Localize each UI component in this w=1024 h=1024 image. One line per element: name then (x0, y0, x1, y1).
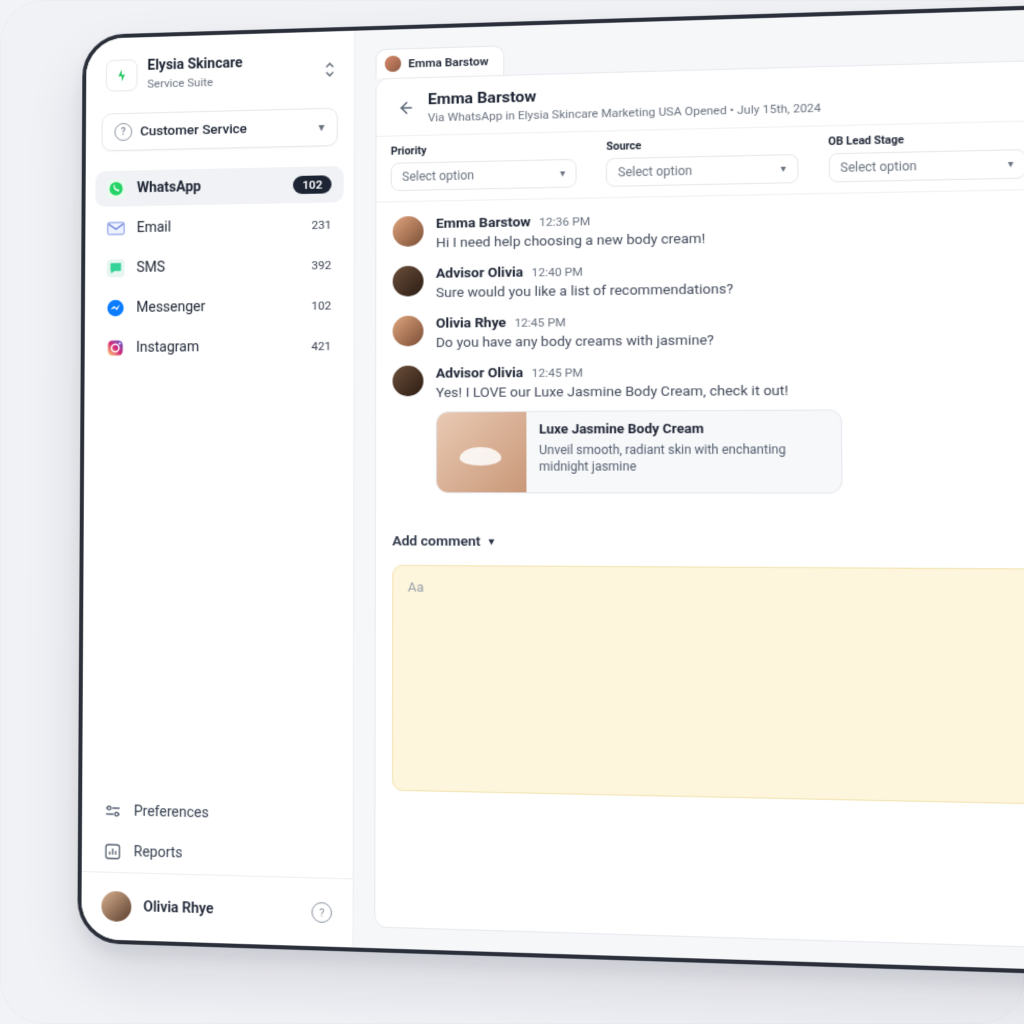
instagram-icon (106, 339, 124, 357)
tablet-frame: Elysia Skincare Service Suite ? Customer… (77, 0, 1024, 973)
message-time: 12:40 PM (532, 264, 583, 279)
channel-label: Email (137, 217, 312, 236)
message-author: Advisor Olivia (436, 365, 523, 382)
filter-label: Source (606, 135, 798, 153)
chevron-down-icon: ▾ (489, 536, 494, 547)
brand-logo-icon (106, 59, 138, 92)
channel-email[interactable]: Email 231 (95, 206, 344, 246)
email-icon (107, 219, 125, 237)
tablet-bezel: Elysia Skincare Service Suite ? Customer… (77, 0, 1024, 983)
conversation-panel: Emma Barstow Via WhatsApp in Elysia Skin… (374, 54, 1024, 956)
chevron-down-icon: ▾ (1008, 158, 1014, 170)
sliders-icon (104, 802, 122, 821)
message-item: Advisor Olivia 12:40 PM Sure would you li… (393, 253, 1024, 301)
messenger-icon (107, 299, 125, 317)
channel-nav: WhatsApp 102 Email 231 (85, 160, 354, 377)
message-time: 12:45 PM (532, 365, 583, 380)
current-user-row[interactable]: Olivia Rhye ? (81, 871, 352, 947)
sms-icon (107, 259, 125, 277)
back-button[interactable] (393, 98, 418, 117)
channel-count-badge: 102 (293, 175, 331, 194)
background: Elysia Skincare Service Suite ? Customer… (0, 0, 1024, 1024)
channel-instagram[interactable]: Instagram 421 (94, 328, 343, 367)
message-item: Olivia Rhye 12:45 PM Do you have any body… (393, 306, 1024, 351)
team-selector[interactable]: ? Customer Service ▾ (102, 108, 338, 152)
channel-whatsapp[interactable]: WhatsApp 102 (95, 166, 343, 207)
chevron-down-icon: ▾ (318, 120, 324, 134)
priority-select[interactable]: Select option ▾ (391, 159, 577, 191)
product-description: Unveil smooth, radiant skin with enchant… (539, 441, 828, 475)
channel-label: Instagram (136, 338, 311, 356)
sidebar: Elysia Skincare Service Suite ? Customer… (81, 31, 355, 948)
sidebar-footer: Preferences Reports Olivia Rhye ? (81, 790, 352, 947)
filter-label: Priority (391, 140, 577, 157)
channel-label: Messenger (136, 298, 311, 316)
message-item: Advisor Olivia 12:45 PM Yes! I LOVE our L… (392, 359, 1024, 494)
channel-label: WhatsApp (137, 177, 293, 196)
channel-count: 231 (312, 218, 332, 232)
filter-priority: Priority Select option ▾ (376, 132, 591, 202)
select-value: Select option (618, 164, 692, 180)
source-select[interactable]: Select option ▾ (606, 154, 798, 187)
select-value: Select option (402, 168, 474, 184)
app-screen: Elysia Skincare Service Suite ? Customer… (81, 2, 1024, 978)
message-avatar-icon (393, 316, 424, 347)
chevron-down-icon: ▾ (781, 163, 786, 175)
message-author: Olivia Rhye (436, 315, 506, 332)
conversation-tab[interactable]: Emma Barstow (376, 45, 505, 78)
current-user-name: Olivia Rhye (143, 899, 311, 920)
message-body: Hi I need help choosing a new body cream… (436, 231, 705, 252)
channel-label: SMS (136, 257, 311, 276)
message-avatar-icon (393, 266, 424, 297)
add-comment-label: Add comment (392, 533, 480, 550)
product-image-icon (437, 412, 527, 492)
message-time: 12:36 PM (539, 214, 590, 229)
workspace-switcher[interactable]: Elysia Skincare Service Suite (86, 31, 354, 104)
nav-preferences[interactable]: Preferences (82, 790, 353, 837)
select-value: Select option (840, 159, 917, 175)
nav-label: Preferences (134, 804, 209, 822)
message-time: 12:45 PM (514, 315, 565, 330)
add-comment-toggle[interactable]: Add comment ▾ (392, 533, 494, 550)
filter-ob-lead-stage: OB Lead Stage Select option ▾ (813, 121, 1024, 193)
channel-messenger[interactable]: Messenger 102 (95, 287, 344, 326)
channel-count: 102 (312, 298, 332, 312)
message-body: Do you have any body creams with jasmine… (436, 332, 714, 351)
channel-count: 421 (311, 339, 331, 353)
message-author: Emma Barstow (436, 214, 531, 232)
tab-avatar-icon (385, 55, 401, 72)
filter-label: OB Lead Stage (828, 130, 1024, 148)
message-item: Emma Barstow 12:36 PM Hi I need help choo… (393, 201, 1024, 252)
comment-composer[interactable]: Aa (392, 565, 1024, 809)
team-selector-label: Customer Service (140, 119, 318, 139)
composer-header: Add comment ▾ Bird AI (376, 518, 1024, 559)
help-circle-icon: ? (114, 123, 132, 141)
chevron-down-icon: ▾ (560, 168, 565, 179)
message-author: Advisor Olivia (436, 264, 523, 282)
message-avatar-icon (393, 216, 424, 247)
product-title: Luxe Jasmine Body Cream (539, 421, 828, 438)
message-avatar-icon (393, 366, 424, 397)
updown-icon (324, 61, 336, 77)
workspace-subtitle: Service Suite (147, 71, 323, 90)
ob-lead-select[interactable]: Select option ▾ (828, 149, 1024, 182)
user-avatar-icon (101, 891, 131, 922)
channel-sms[interactable]: SMS 392 (95, 247, 344, 287)
message-body: Sure would you like a list of recommenda… (436, 281, 733, 301)
whatsapp-icon (107, 180, 125, 198)
composer-placeholder: Aa (408, 580, 1024, 602)
message-body: Yes! I LOVE our Luxe Jasmine Body Cream,… (436, 379, 1024, 401)
filter-source: Source Select option ▾ (591, 127, 813, 198)
nav-label: Reports (134, 844, 183, 862)
main-panel: Emma Barstow Emma Barstow Via WhatsApp i… (354, 2, 1024, 978)
tab-label: Emma Barstow (408, 54, 488, 70)
channel-count: 392 (312, 258, 332, 272)
message-thread: Emma Barstow 12:36 PM Hi I need help choo… (376, 185, 1024, 519)
bar-chart-icon (104, 842, 122, 861)
help-circle-icon[interactable]: ? (311, 902, 332, 923)
product-card[interactable]: Luxe Jasmine Body Cream Unveil smooth, r… (436, 409, 843, 493)
